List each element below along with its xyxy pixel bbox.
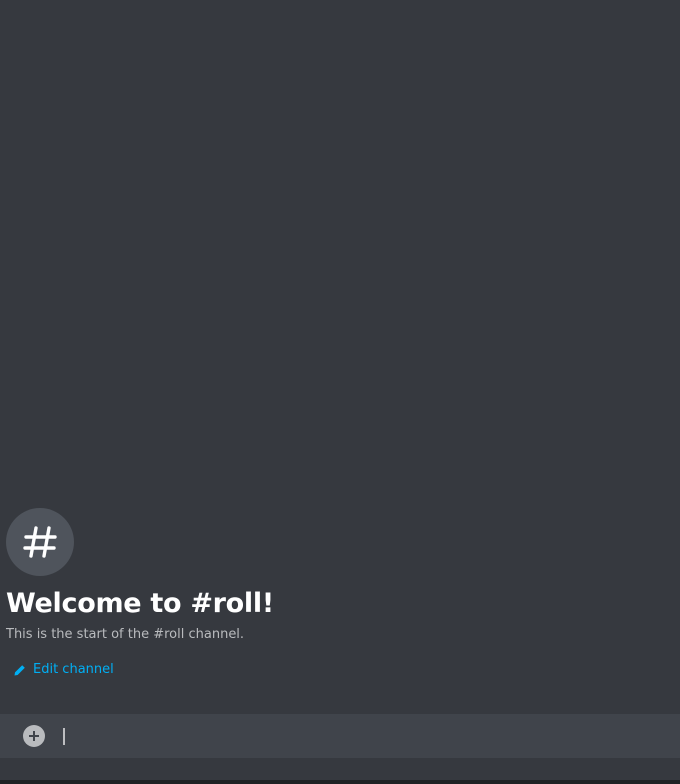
pencil-icon <box>13 664 26 677</box>
channel-welcome: Welcome to #roll! This is the start of t… <box>6 508 666 681</box>
channel-avatar <box>6 508 74 576</box>
message-input[interactable] <box>61 725 680 747</box>
message-composer-area <box>0 714 680 784</box>
edit-channel-link[interactable]: Edit channel <box>13 661 114 679</box>
hash-icon <box>20 522 60 562</box>
attach-button[interactable] <box>23 725 45 747</box>
chat-view: Welcome to #roll! This is the start of t… <box>0 0 680 784</box>
plus-circle-icon <box>27 729 41 743</box>
edit-channel-label: Edit channel <box>33 662 114 677</box>
bottom-edge <box>0 780 680 784</box>
welcome-title: Welcome to #roll! <box>6 588 274 619</box>
message-composer <box>0 714 680 758</box>
text-cursor <box>63 728 65 745</box>
welcome-subtitle: This is the start of the #roll channel. <box>6 627 245 642</box>
